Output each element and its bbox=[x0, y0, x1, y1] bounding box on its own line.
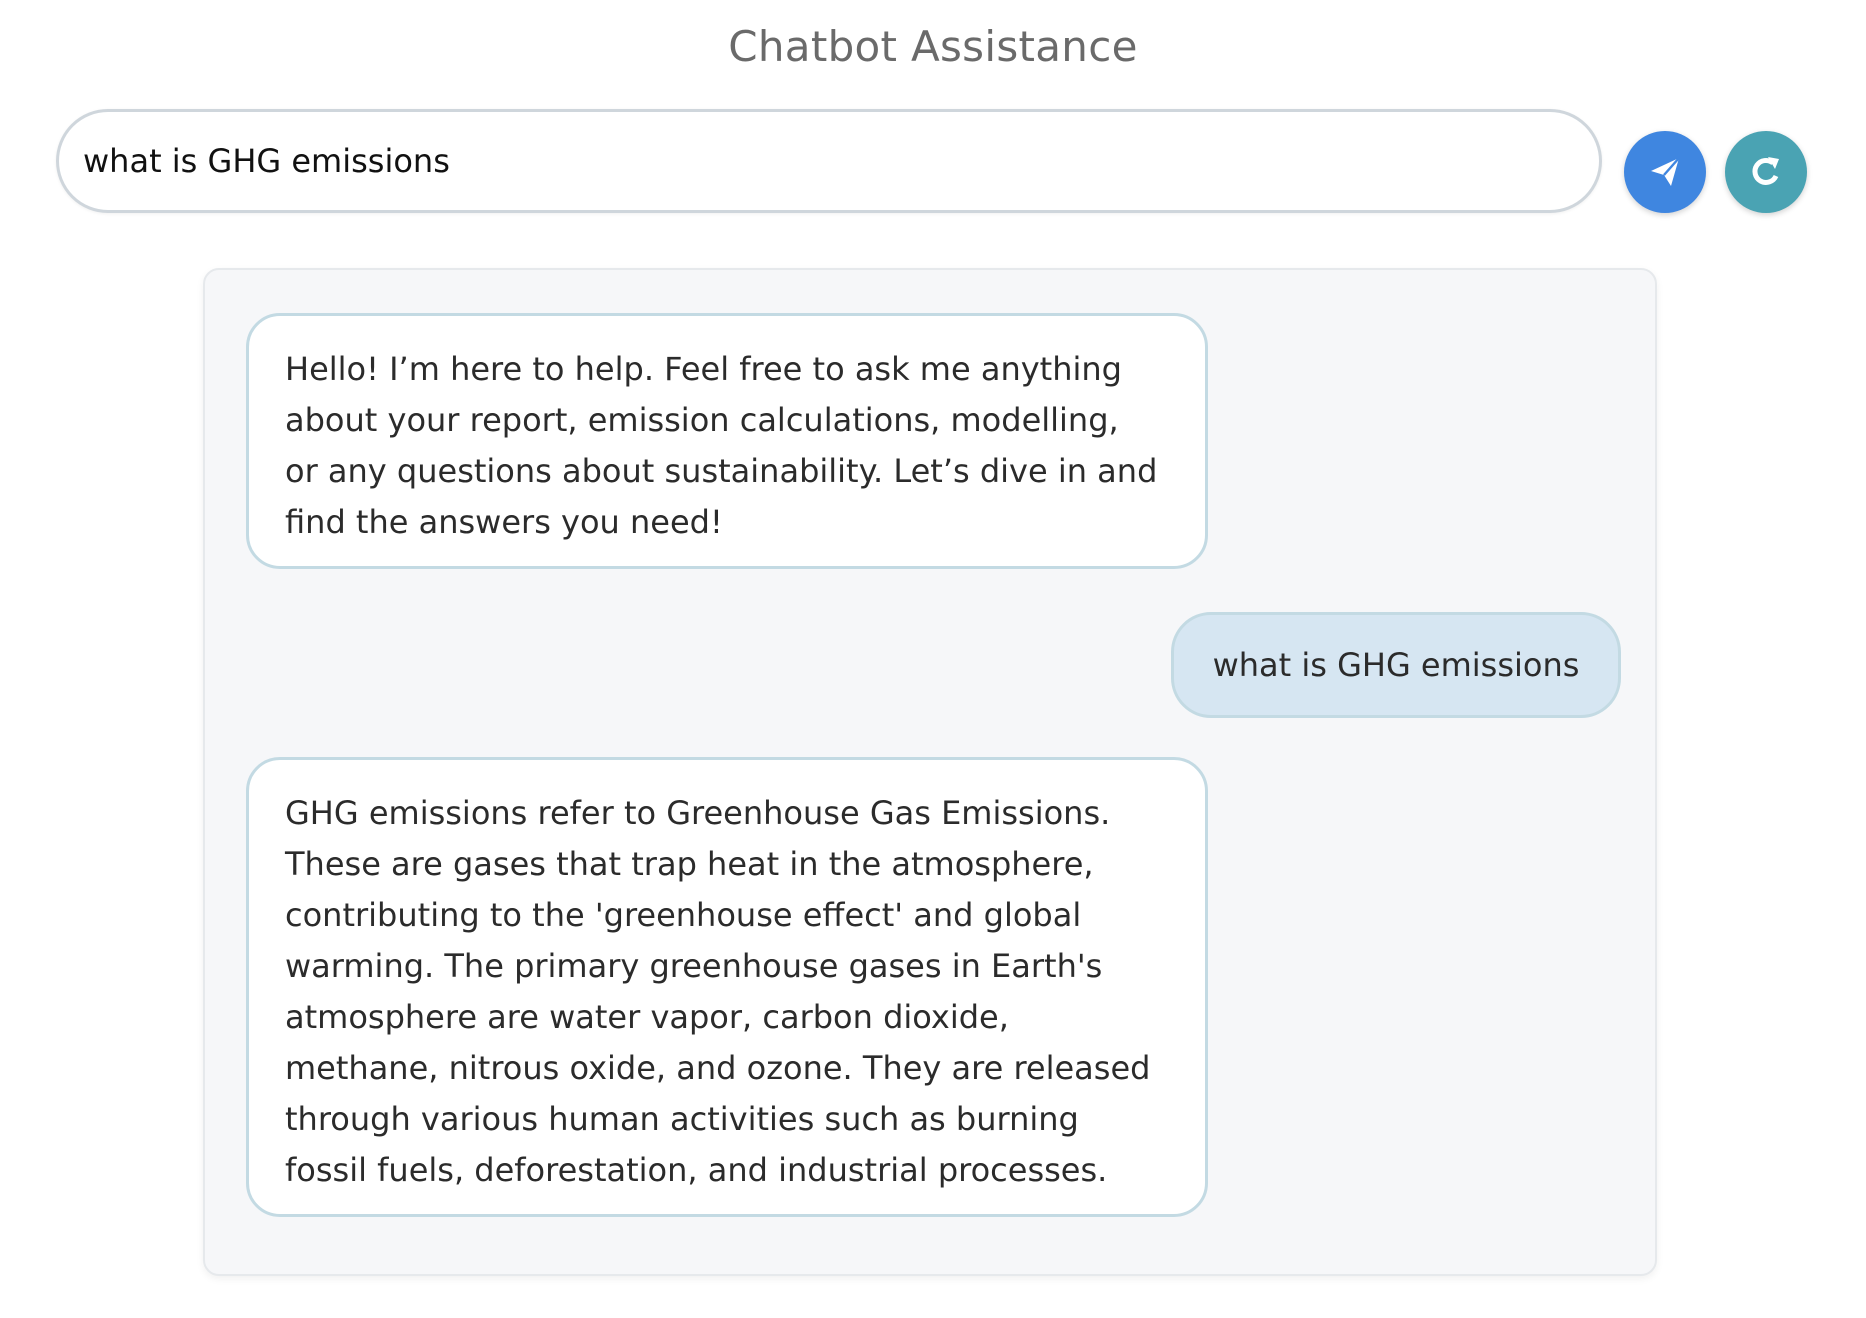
chat-query-input[interactable] bbox=[56, 109, 1602, 213]
chat-input-row bbox=[56, 109, 1807, 217]
refresh-button[interactable] bbox=[1725, 131, 1807, 213]
bot-message: Hello! I’m here to help. Feel free to as… bbox=[246, 313, 1208, 569]
page-title: Chatbot Assistance bbox=[728, 22, 1138, 71]
chat-panel: Hello! I’m here to help. Feel free to as… bbox=[203, 268, 1657, 1276]
send-button[interactable] bbox=[1624, 131, 1706, 213]
refresh-icon bbox=[1746, 152, 1786, 192]
bot-message: GHG emissions refer to Greenhouse Gas Em… bbox=[246, 757, 1208, 1217]
user-message: what is GHG emissions bbox=[1171, 612, 1621, 718]
paper-plane-icon bbox=[1645, 152, 1685, 192]
